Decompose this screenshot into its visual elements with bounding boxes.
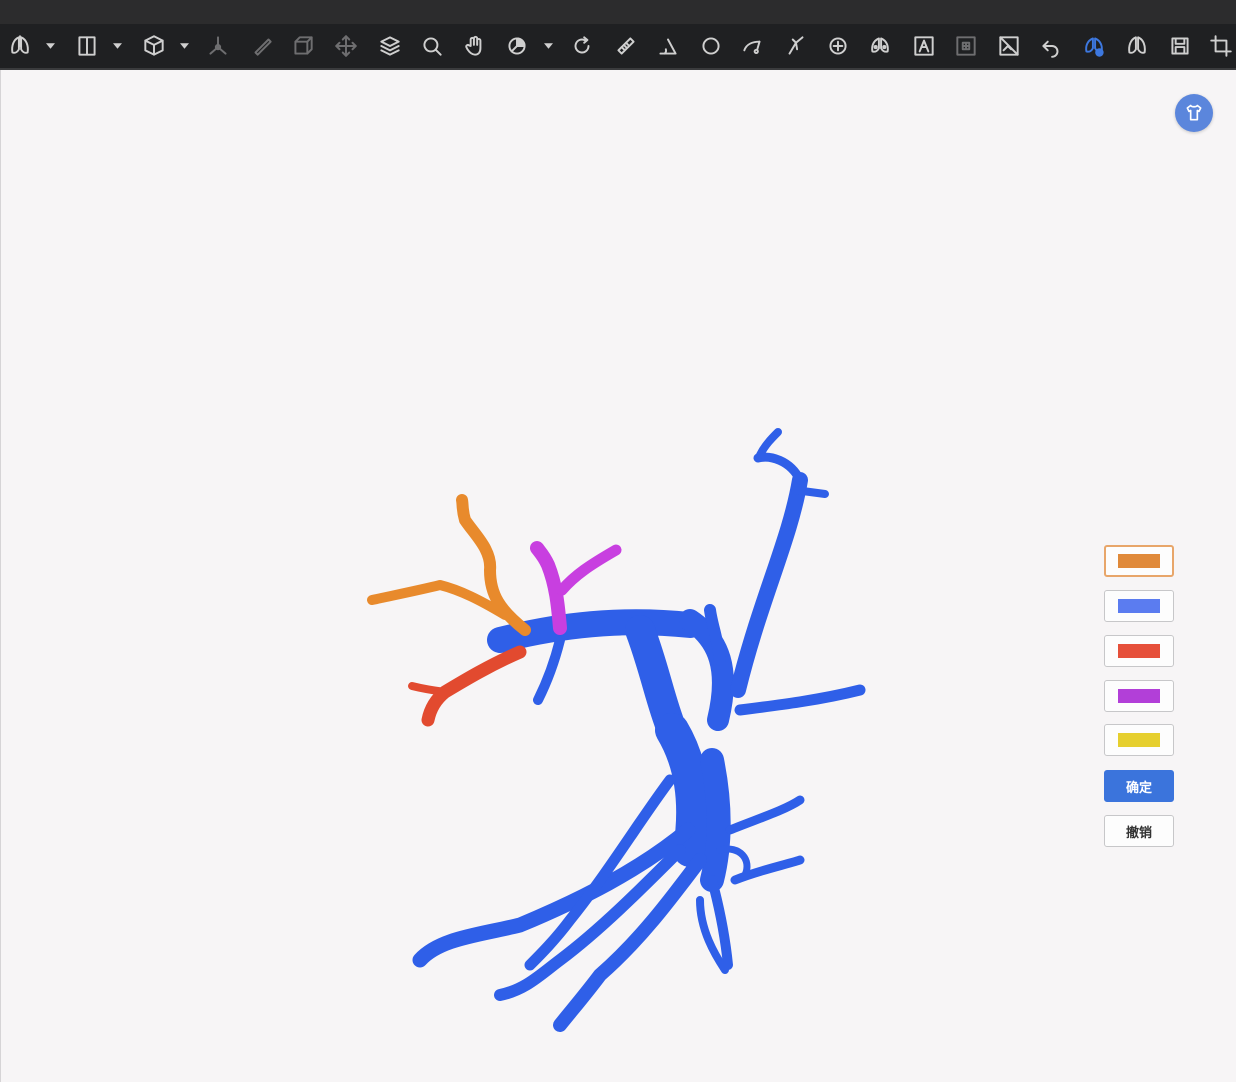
confirm-button[interactable]: 确定 <box>1104 770 1174 802</box>
vessel-main-tree[interactable] <box>412 428 866 1032</box>
shirt-icon <box>1186 104 1202 121</box>
skin-toggle-button[interactable] <box>1175 94 1213 132</box>
swatch-color-chip <box>1118 599 1160 613</box>
vessel-3d-render[interactable] <box>0 0 1236 1082</box>
swatch-color-chip <box>1118 733 1160 747</box>
color-swatch-purple[interactable] <box>1104 680 1174 712</box>
color-swatch-orange[interactable] <box>1104 545 1174 577</box>
cancel-button[interactable]: 撤销 <box>1104 815 1174 847</box>
swatch-color-chip <box>1118 554 1160 568</box>
vessel-branch-orange[interactable] <box>367 494 531 636</box>
color-swatch-blue[interactable] <box>1104 590 1174 622</box>
swatch-color-chip <box>1118 644 1160 658</box>
swatch-color-chip <box>1118 689 1160 703</box>
vessel-branch-red[interactable] <box>408 645 527 727</box>
color-swatch-yellow[interactable] <box>1104 724 1174 756</box>
color-swatch-red[interactable] <box>1104 635 1174 667</box>
